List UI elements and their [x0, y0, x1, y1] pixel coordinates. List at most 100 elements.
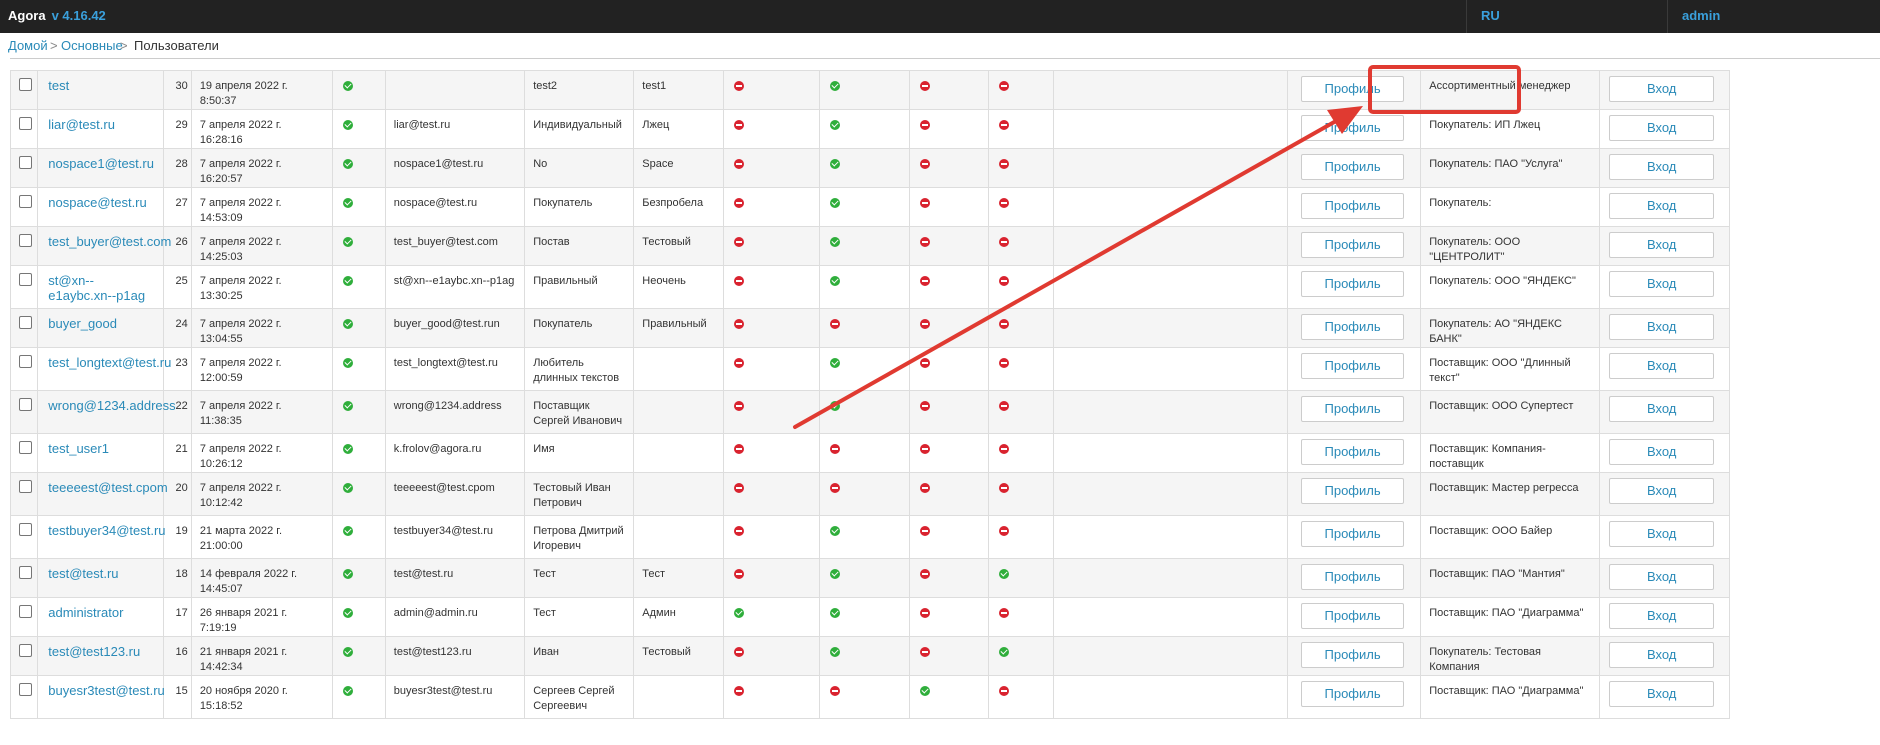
login-as-button[interactable]: Вход [1609, 521, 1715, 547]
status-cell [909, 347, 989, 391]
active-cell [332, 433, 386, 473]
profile-button[interactable]: Профиль [1300, 154, 1405, 180]
profile-button[interactable]: Профиль [1300, 396, 1405, 422]
user-login-link[interactable]: buyesr3test@test.ru [48, 683, 165, 698]
login-as-button[interactable]: Вход [1609, 439, 1715, 465]
login-as-button[interactable]: Вход [1609, 353, 1715, 379]
row-checkbox[interactable] [19, 683, 32, 696]
user-email: test@test.ru [393, 568, 454, 580]
empty-cell [1052, 226, 1288, 266]
profile-button[interactable]: Профиль [1300, 521, 1405, 547]
role-cell: Поставщик: ПАО "Диаграмма" [1420, 597, 1601, 637]
table-row: test@test123.ru 16 21 января 2021 г. 14:42… [10, 636, 1880, 676]
user-menu[interactable]: admin [1667, 0, 1880, 33]
user-login-link[interactable]: nospace@test.ru [48, 195, 146, 210]
user-id: 21 [175, 443, 188, 455]
row-checkbox[interactable] [19, 480, 32, 493]
minus-circle-icon [734, 198, 745, 208]
user-login-link[interactable]: test_buyer@test.com [48, 234, 171, 249]
profile-button[interactable]: Профиль [1300, 271, 1405, 297]
user-login-link[interactable]: testbuyer34@test.ru [48, 523, 165, 538]
profile-button[interactable]: Профиль [1300, 439, 1405, 465]
login-as-button[interactable]: Вход [1609, 193, 1715, 219]
profile-button[interactable]: Профиль [1300, 353, 1405, 379]
role-cell: Поставщик: ООО "Длинный текст" [1420, 347, 1601, 391]
login-as-button[interactable]: Вход [1609, 681, 1715, 707]
check-circle-icon [830, 276, 841, 286]
profile-button[interactable]: Профиль [1300, 564, 1405, 590]
user-login-link[interactable]: liar@test.ru [48, 117, 115, 132]
login-as-button[interactable]: Вход [1609, 154, 1715, 180]
row-checkbox[interactable] [19, 644, 32, 657]
row-checkbox[interactable] [19, 78, 32, 91]
app-brand[interactable]: Agora v 4.16.42 [8, 8, 106, 23]
profile-button[interactable]: Профиль [1300, 603, 1405, 629]
profile-cell: Профиль [1286, 226, 1422, 266]
surname-cell [633, 675, 725, 719]
user-login-link[interactable]: administrator [48, 605, 123, 620]
breadcrumb-home-link[interactable]: Домой [8, 38, 48, 53]
user-login-link[interactable]: buyer_good [48, 316, 117, 331]
profile-button[interactable]: Профиль [1300, 115, 1405, 141]
status-cell [819, 390, 911, 434]
row-checkbox[interactable] [19, 355, 32, 368]
status-cell [723, 597, 821, 637]
date-cell: 7 апреля 2022 г. 13:30:25 [190, 265, 334, 309]
login-as-cell: Вход [1599, 70, 1731, 110]
user-login-link[interactable]: test_longtext@test.ru [48, 355, 171, 370]
user-login-link[interactable]: wrong@1234.address [48, 398, 175, 413]
status-cell [819, 558, 911, 598]
profile-button[interactable]: Профиль [1300, 642, 1405, 668]
row-checkbox[interactable] [19, 605, 32, 618]
user-login-link[interactable]: st@xn--e1aybc.xn--p1ag [48, 273, 145, 303]
user-login-link[interactable]: test_user1 [48, 441, 109, 456]
login-as-button[interactable]: Вход [1609, 314, 1715, 340]
login-as-button[interactable]: Вход [1609, 396, 1715, 422]
user-email: admin@admin.ru [393, 607, 478, 619]
login-as-button[interactable]: Вход [1609, 115, 1715, 141]
language-menu[interactable]: RU [1466, 0, 1667, 33]
profile-button[interactable]: Профиль [1300, 193, 1405, 219]
profile-button[interactable]: Профиль [1300, 478, 1405, 504]
row-checkbox[interactable] [19, 234, 32, 247]
row-checkbox[interactable] [19, 523, 32, 536]
row-checkbox[interactable] [19, 117, 32, 130]
registration-date: 7 апреля 2022 г. 16:20:57 [199, 158, 282, 185]
profile-button[interactable]: Профиль [1300, 314, 1405, 340]
user-login-link[interactable]: teeeeest@test.cpom [48, 480, 167, 495]
login-as-button[interactable]: Вход [1609, 564, 1715, 590]
breadcrumb-basic-link[interactable]: Основные [61, 38, 123, 53]
profile-button[interactable]: Профиль [1300, 681, 1405, 707]
user-login-link[interactable]: test@test123.ru [48, 644, 140, 659]
users-table-container[interactable]: test 30 19 апреля 2022 г. 8:50:37 test2 test… [10, 58, 1880, 745]
row-checkbox[interactable] [19, 398, 32, 411]
row-checkbox[interactable] [19, 566, 32, 579]
row-checkbox[interactable] [19, 316, 32, 329]
status-cell [909, 308, 989, 348]
login-as-button[interactable]: Вход [1609, 478, 1715, 504]
profile-button[interactable]: Профиль [1300, 232, 1405, 258]
user-login-link[interactable]: test@test.ru [48, 566, 118, 581]
minus-circle-icon [734, 526, 745, 536]
check-circle-icon [830, 198, 841, 208]
id-cell: 29 [162, 109, 192, 149]
row-checkbox[interactable] [19, 195, 32, 208]
login-as-button[interactable]: Вход [1609, 271, 1715, 297]
user-role: Покупатель: Тестовая Компания [1429, 646, 1542, 673]
user-role: Поставщик: ПАО "Мантия" [1429, 568, 1565, 580]
id-cell: 24 [162, 308, 192, 348]
row-checkbox[interactable] [19, 273, 32, 286]
user-login-link[interactable]: nospace1@test.ru [48, 156, 154, 171]
check-circle-icon [343, 319, 354, 329]
status-cell [819, 347, 911, 391]
login-as-button[interactable]: Вход [1609, 603, 1715, 629]
login-as-button[interactable]: Вход [1609, 76, 1715, 102]
row-checkbox[interactable] [19, 441, 32, 454]
login-as-button[interactable]: Вход [1609, 232, 1715, 258]
login-as-button[interactable]: Вход [1609, 642, 1715, 668]
login-cell: buyesr3test@test.ru [37, 675, 165, 719]
app-name: Agora [8, 8, 46, 23]
check-circle-icon [343, 483, 354, 493]
row-checkbox[interactable] [19, 156, 32, 169]
user-login-link[interactable]: test [48, 78, 69, 93]
